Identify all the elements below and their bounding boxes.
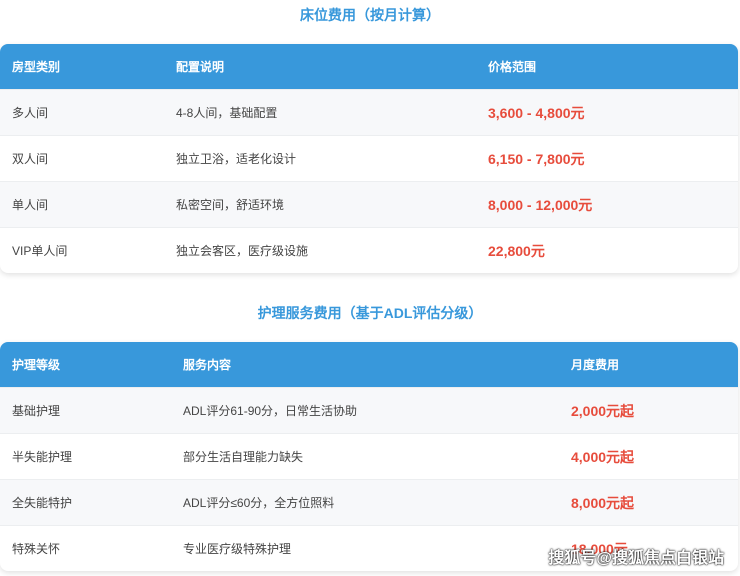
table-cell: 4-8人间，基础配置 [176, 106, 278, 120]
table-row: 双人间 独立卫浴，适老化设计 6,150 - 7,800元 [0, 135, 738, 181]
table-cell: 多人间 [12, 106, 49, 120]
table-header: 房型类别 配置说明 价格范围 [0, 44, 738, 89]
table-cell: 独立会客区，医疗级设施 [176, 244, 309, 258]
table-cell: 基础护理 [12, 404, 61, 418]
price-cell: 2,000元起 [571, 402, 635, 419]
price-cell: 3,600 - 4,800元 [488, 104, 585, 121]
price-cell: 4,000元起 [571, 448, 635, 465]
table-cell: 单人间 [12, 198, 49, 212]
price-cell: 8,000 - 12,000元 [488, 196, 593, 213]
table-cell: 部分生活自理能力缺失 [183, 450, 304, 464]
price-cell: 22,800元 [488, 242, 545, 259]
price-cell: 8,000元起 [571, 494, 635, 511]
bed-fee-table: 房型类别 配置说明 价格范围多人间 4-8人间，基础配置 3,600 - 4,800元双… [0, 44, 738, 273]
table-row: 多人间 4-8人间，基础配置 3,600 - 4,800元 [0, 89, 738, 135]
table-cell: 私密空间，舒适环境 [176, 198, 285, 212]
column-header: 价格范围 [488, 60, 537, 74]
table-row: 半失能护理 部分生活自理能力缺失 4,000元起 [0, 433, 738, 479]
column-header: 配置说明 [176, 60, 225, 74]
table-cell: 双人间 [12, 152, 49, 166]
table-cell: 独立卫浴，适老化设计 [176, 152, 297, 166]
watermark: 搜狐号@搜狐焦点白银站 [548, 550, 724, 567]
table-cell: 全失能特护 [12, 496, 73, 510]
table-header: 护理等级 服务内容 月度费用 [0, 342, 738, 387]
column-header: 服务内容 [183, 358, 232, 372]
column-header: 房型类别 [12, 60, 61, 74]
care-fee-title: 护理服务费用（基于ADL评估分级） [257, 305, 483, 321]
column-header: 月度费用 [571, 358, 620, 372]
table-cell: 特殊关怀 [12, 542, 61, 556]
table-cell: 专业医疗级特殊护理 [183, 542, 292, 556]
table-row: 基础护理 ADL评分61-90分，日常生活协助 2,000元起 [0, 387, 738, 433]
table-cell: ADL评分≤60分，全方位照料 [183, 496, 335, 510]
bed-fee-title: 床位费用（按月计算） [300, 7, 440, 23]
table-row: 全失能特护 ADL评分≤60分，全方位照料 8,000元起 [0, 479, 738, 525]
price-cell: 6,150 - 7,800元 [488, 150, 585, 167]
column-header: 护理等级 [12, 358, 61, 372]
table-cell: VIP单人间 [12, 244, 68, 258]
table-row: VIP单人间 独立会客区，医疗级设施 22,800元 [0, 227, 738, 273]
table-cell: ADL评分61-90分，日常生活协助 [183, 404, 358, 418]
care-fee-table: 护理等级 服务内容 月度费用基础护理 ADL评分61-90分，日常生活协助 2,000元… [0, 342, 738, 571]
table-row: 单人间 私密空间，舒适环境 8,000 - 12,000元 [0, 181, 738, 227]
table-cell: 半失能护理 [12, 450, 73, 464]
